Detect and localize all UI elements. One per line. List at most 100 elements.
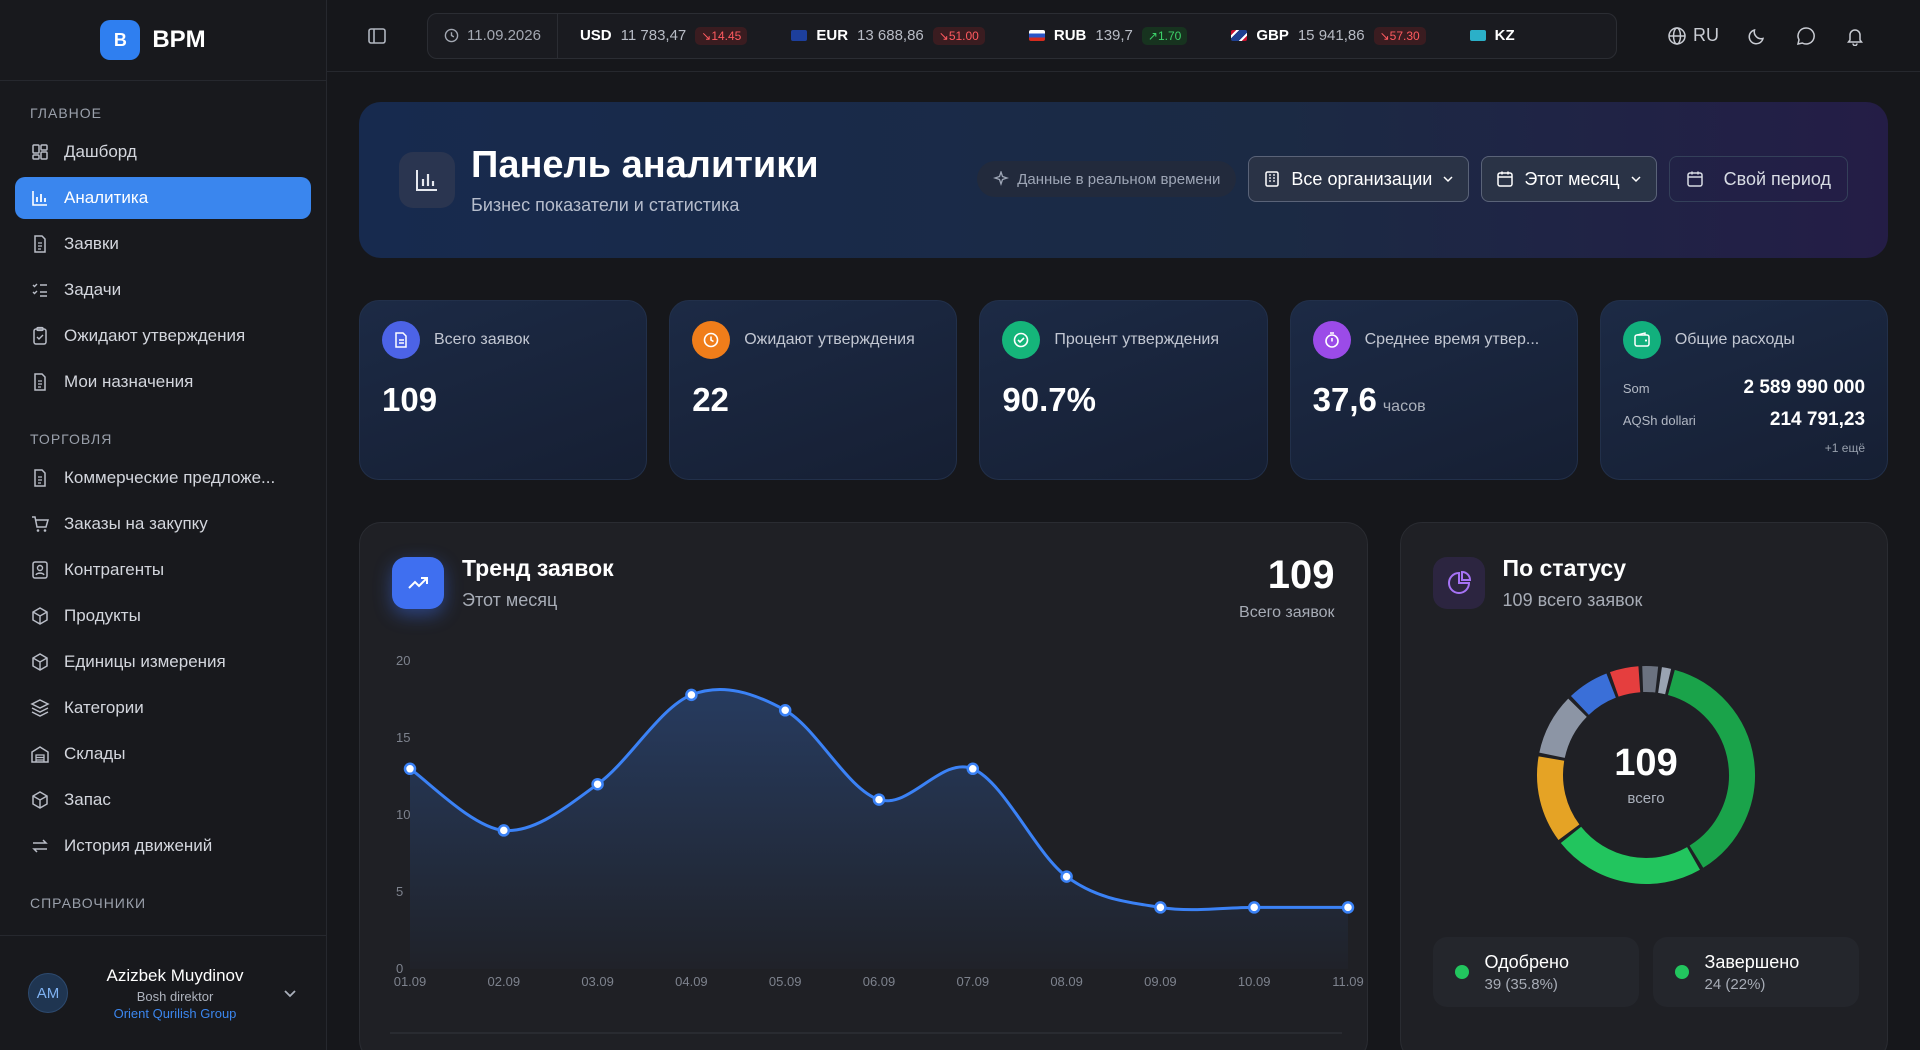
flag-icon xyxy=(1028,30,1045,41)
sidebar-item-label: Заявки xyxy=(64,234,119,253)
rate-code: EUR xyxy=(816,27,849,44)
expense-row: Som 2 589 990 000 xyxy=(1623,377,1865,399)
trend-down-icon: ↘ xyxy=(938,28,949,43)
rate-code: RUB xyxy=(1053,27,1087,44)
custom-period-button[interactable]: Свой период xyxy=(1668,156,1848,202)
kpi-label: Общие расходы xyxy=(1674,331,1795,348)
data-point[interactable] xyxy=(966,762,980,776)
chevron-down-icon[interactable] xyxy=(282,985,298,1001)
expense-rows: Som 2 589 990 000 AQSh dollari 214 791,2… xyxy=(1623,377,1865,455)
kpi-cards: Всего заявок 109 Ожидают утверждения 22 … xyxy=(359,300,1889,480)
data-point[interactable] xyxy=(1247,901,1261,914)
y-tick-label: 10 xyxy=(396,807,410,822)
legend-item[interactable]: Одобрено 39 (35.8%) xyxy=(1432,937,1639,1007)
donut-slice[interactable] xyxy=(1560,826,1700,884)
sidebar-item[interactable]: Задачи xyxy=(15,269,311,311)
sidebar-item[interactable]: Контрагенты xyxy=(15,549,311,591)
timer-icon xyxy=(1312,321,1351,359)
expense-row: AQSh dollari 214 791,23 xyxy=(1623,409,1865,431)
rate-value: 13 688,86 xyxy=(857,27,924,44)
period-select-value: Этот месяц xyxy=(1524,168,1620,189)
data-point[interactable] xyxy=(1154,901,1167,914)
status-panel: По статусу 109 всего заявок 109 всего Од… xyxy=(1399,522,1888,1050)
arrows-icon xyxy=(32,839,48,853)
kpi-number: 37,6 xyxy=(1312,381,1377,418)
sidebar-item[interactable]: Аналитика xyxy=(15,177,311,219)
sidebar-item[interactable]: Категории xyxy=(15,687,311,729)
data-point[interactable] xyxy=(872,793,886,806)
rate-value: 139,7 xyxy=(1095,27,1133,44)
x-tick-label: 04.09 xyxy=(675,974,708,989)
sidebar-item[interactable]: Единицы измерения xyxy=(15,641,311,683)
user-menu[interactable]: AM Azizbek Muydinov Bosh direktor Orient… xyxy=(0,935,326,1050)
expense-more-link[interactable]: +1 ещё xyxy=(1623,441,1865,455)
data-point[interactable] xyxy=(497,824,511,837)
trend-area xyxy=(410,689,1348,969)
trend-down-icon: ↘ xyxy=(701,28,712,43)
x-tick-label: 10.09 xyxy=(1238,974,1271,989)
flag-icon xyxy=(791,30,808,41)
kpi-avg-approval-time[interactable]: Среднее время утвер... 37,6 часов xyxy=(1289,300,1578,480)
data-point[interactable] xyxy=(403,762,417,776)
x-tick-label: 06.09 xyxy=(863,974,896,989)
chevron-down-icon xyxy=(1631,176,1641,183)
sidebar-item[interactable]: История движений xyxy=(15,825,311,867)
data-point[interactable] xyxy=(1341,901,1355,914)
donut-slice[interactable] xyxy=(1538,698,1587,759)
donut-slice[interactable] xyxy=(1657,667,1671,695)
moon-icon[interactable] xyxy=(1747,26,1767,46)
page-title: Панель аналитики xyxy=(471,144,819,186)
donut-slice[interactable] xyxy=(1609,666,1641,697)
donut-slice[interactable] xyxy=(1570,673,1616,716)
data-point[interactable] xyxy=(778,704,792,717)
rate-change: ↘14.45 xyxy=(695,26,748,45)
kpi-unit: часов xyxy=(1382,398,1426,415)
sidebar-item[interactable]: Ожидают утверждения xyxy=(15,315,311,357)
list-icon xyxy=(32,283,47,297)
data-point[interactable] xyxy=(591,777,604,791)
sidebar-item-label: Заказы на закупку xyxy=(64,514,208,533)
organization-select[interactable]: Все организации xyxy=(1248,156,1470,202)
period-select[interactable]: Этот месяц xyxy=(1481,156,1657,202)
sidebar-nav: ГЛАВНОЕ Дашборд Аналитика Заявки Задачи Ожида… xyxy=(0,81,326,921)
chat-icon[interactable] xyxy=(1795,25,1817,47)
sidebar-item[interactable]: Склады xyxy=(15,733,311,775)
kpi-approval-rate[interactable]: Процент утверждения 90.7% xyxy=(979,300,1268,480)
sidebar-toggle-button[interactable] xyxy=(327,26,427,46)
language-switcher[interactable]: RU xyxy=(1667,25,1719,46)
sidebar-item[interactable]: Мои назначения xyxy=(15,361,311,403)
document-icon xyxy=(34,469,46,487)
sidebar-item[interactable]: Заказы на закупку xyxy=(15,503,311,545)
rate-change: ↘51.00 xyxy=(932,26,985,45)
topbar-actions: RU xyxy=(1667,25,1865,47)
x-tick-label: 08.09 xyxy=(1050,974,1083,989)
hero-controls: Данные в реальном времени Все организаци… xyxy=(977,156,1848,202)
clipboard-icon xyxy=(33,326,47,345)
sidebar-item[interactable]: Коммерческие предложе... xyxy=(15,457,311,499)
box-icon xyxy=(32,791,48,809)
rate-change-value: 14.45 xyxy=(711,28,742,43)
kpi-total-requests[interactable]: Всего заявок 109 xyxy=(359,300,648,480)
sidebar-item[interactable]: Заявки xyxy=(15,223,311,265)
sidebar-item[interactable]: Дашборд xyxy=(15,131,311,173)
trend-down-icon: ↘ xyxy=(1379,28,1390,43)
sidebar-item[interactable]: Запас xyxy=(15,779,311,821)
data-point[interactable] xyxy=(685,688,698,702)
user-info: Azizbek Muydinov Bosh direktor Orient Qu… xyxy=(84,966,266,1021)
donut-slice[interactable] xyxy=(1641,666,1658,693)
kpi-total-expenses[interactable]: Общие расходы Som 2 589 990 000 AQSh dol… xyxy=(1599,300,1889,480)
sidebar-item-label: Ожидают утверждения xyxy=(64,326,246,345)
x-tick-label: 09.09 xyxy=(1144,974,1177,989)
kpi-pending[interactable]: Ожидают утверждения 22 xyxy=(669,300,958,480)
data-point[interactable] xyxy=(1060,870,1073,883)
kpi-label: Процент утверждения xyxy=(1054,331,1220,348)
warehouse-icon xyxy=(31,746,49,763)
donut-slice[interactable] xyxy=(1667,669,1755,868)
legend-item[interactable]: Завершено 24 (22%) xyxy=(1652,937,1859,1007)
brand[interactable]: B BPM xyxy=(0,0,326,81)
trend-up-icon: ↗ xyxy=(1147,28,1158,43)
sidebar-item[interactable]: Продукты xyxy=(15,595,311,637)
x-tick-label: 01.09 xyxy=(394,974,427,989)
donut-slice[interactable] xyxy=(1536,756,1580,840)
bell-icon[interactable] xyxy=(1845,26,1865,46)
